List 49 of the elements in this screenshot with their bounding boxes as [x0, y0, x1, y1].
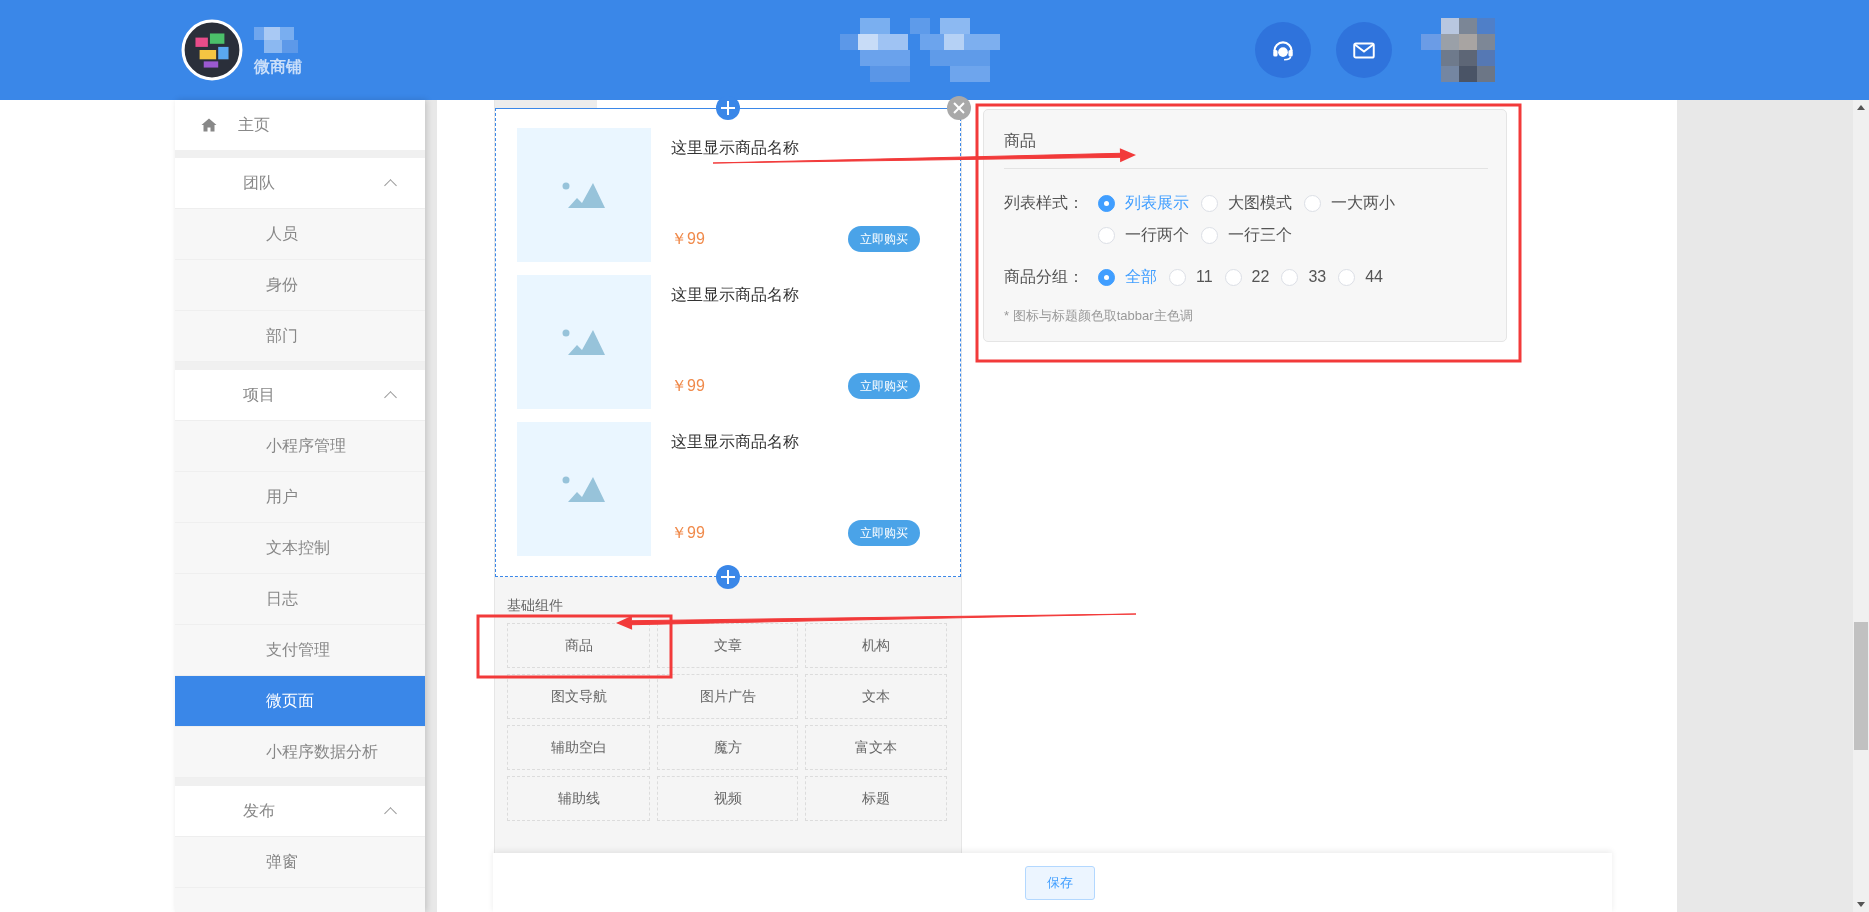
scroll-thumb[interactable]	[1854, 622, 1868, 750]
product-name: 这里显示商品名称	[671, 432, 800, 452]
option-label[interactable]: 22	[1251, 268, 1270, 286]
menu-label: 项目	[243, 384, 275, 405]
hint-text: * 图标与标题颜色取tabbar主色调	[1004, 307, 1194, 325]
home-icon	[201, 117, 217, 133]
product-name: 这里显示商品名称	[671, 138, 800, 158]
menu-label: 发布	[243, 800, 275, 821]
product-price: ￥99	[671, 375, 705, 396]
component-tile[interactable]: 魔方	[657, 725, 798, 770]
component-tile[interactable]: 机构	[805, 623, 947, 668]
component-tile[interactable]: 图片广告	[657, 674, 798, 719]
section-title: 基础组件	[507, 597, 564, 615]
component-tile[interactable]: 标题	[805, 776, 947, 821]
option-label[interactable]: 11	[1196, 268, 1213, 286]
menu-label: 主页	[238, 114, 270, 135]
component-tile[interactable]: 文本	[805, 674, 947, 719]
mail-button[interactable]	[1336, 22, 1392, 78]
menu-item[interactable]: 主页	[175, 100, 425, 150]
menu-group[interactable]: 发布	[175, 786, 425, 837]
menu-item[interactable]: 微页面	[175, 676, 425, 727]
product-name: 这里显示商品名称	[671, 285, 800, 305]
logo-icon[interactable]	[181, 19, 243, 81]
field-label: 商品分组：	[1004, 267, 1085, 287]
field-label: 列表样式：	[1004, 193, 1085, 213]
scroll-down-icon[interactable]	[1857, 902, 1865, 907]
option-label[interactable]: 一行两个	[1125, 224, 1189, 246]
option-label[interactable]: 一行三个	[1228, 224, 1292, 246]
option-label[interactable]: 一大两小	[1331, 192, 1395, 214]
product-price: ￥99	[671, 228, 705, 249]
radio-button[interactable]	[1098, 194, 1115, 212]
scroll-up-icon[interactable]	[1857, 105, 1865, 110]
option-label[interactable]: 大图模式	[1228, 192, 1292, 214]
component-tile[interactable]: 视频	[657, 776, 798, 821]
menu-group[interactable]: 项目	[175, 370, 425, 421]
menu-group[interactable]: 团队	[175, 158, 425, 209]
product-price: ￥99	[671, 522, 705, 543]
option-label[interactable]: 33	[1308, 268, 1327, 286]
scrollbar[interactable]	[1853, 100, 1869, 912]
customer-service-button[interactable]	[1255, 22, 1311, 78]
menu-label: 团队	[243, 172, 275, 193]
option-label[interactable]: 44	[1365, 268, 1383, 286]
radio-button[interactable]	[1098, 268, 1115, 286]
component-tile[interactable]: 富文本	[805, 725, 947, 770]
panel-title: 商品	[1004, 131, 1037, 151]
component-tile[interactable]: 辅助线	[507, 776, 650, 821]
component-tile[interactable]: 辅助空白	[507, 725, 650, 770]
brand-name: 微商铺	[254, 56, 303, 77]
component-tile[interactable]: 图文导航	[507, 674, 650, 719]
